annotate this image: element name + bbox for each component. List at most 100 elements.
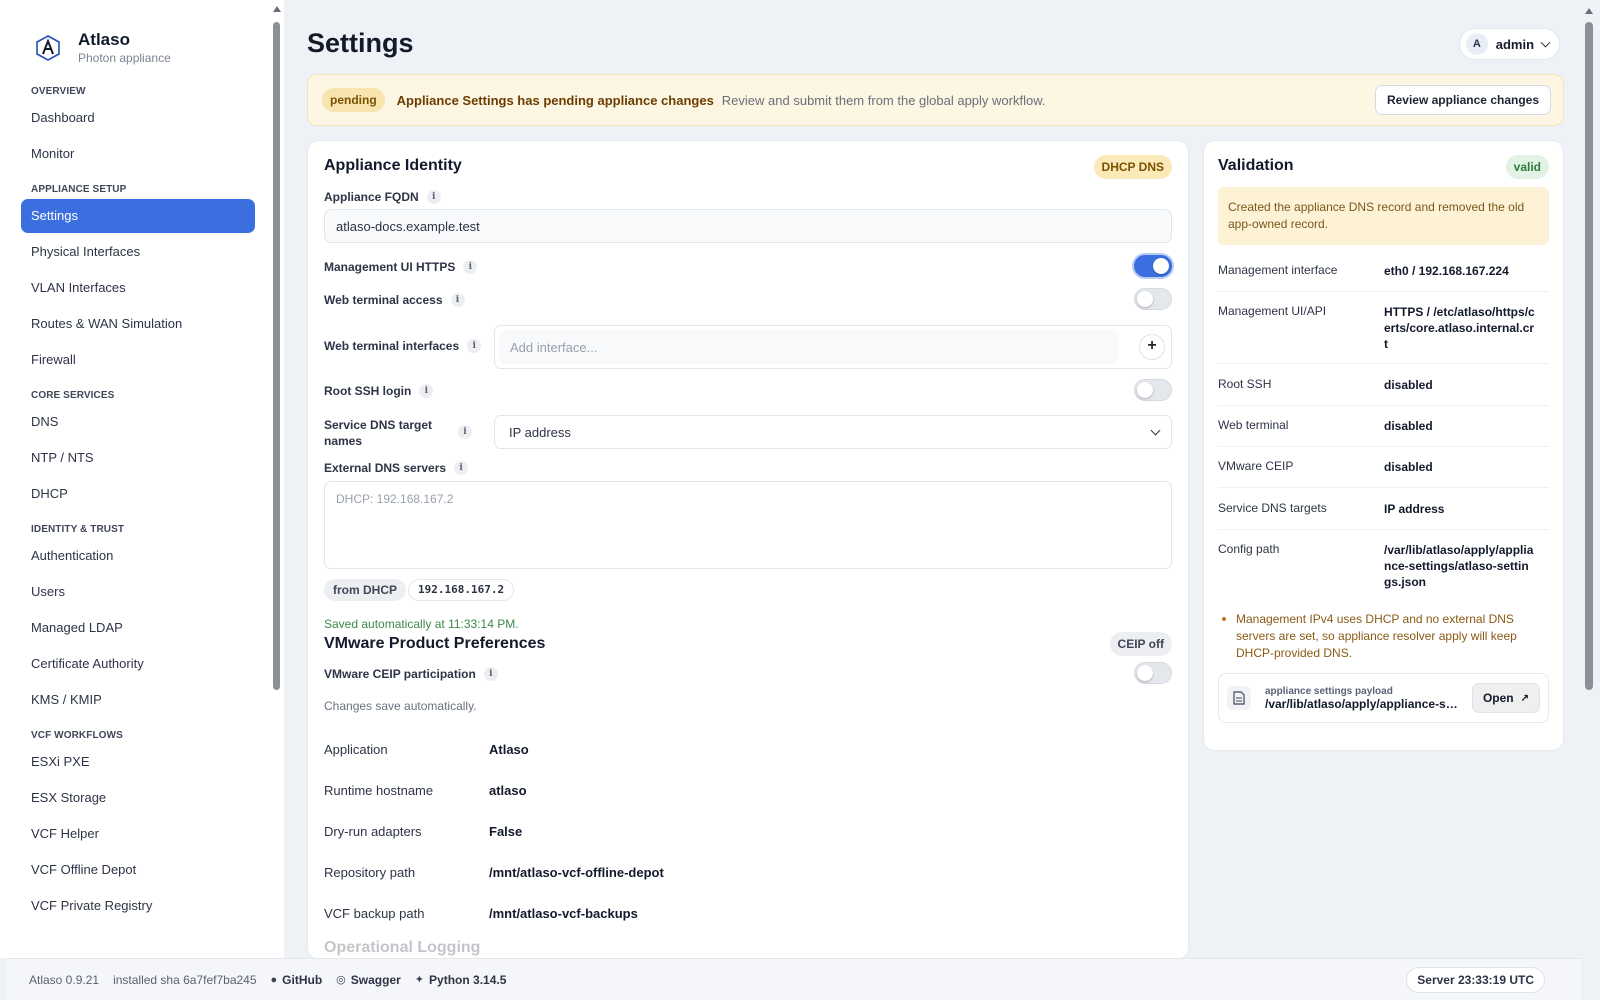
side-value-vmware-ceip: disabled: [1384, 460, 1433, 474]
appliance-identity-title: Appliance Identity: [324, 157, 462, 174]
sidebar-item-physical-interfaces[interactable]: Physical Interfaces: [21, 234, 255, 270]
validation-warning: Management IPv4 uses DHCP and no externa…: [1218, 611, 1549, 662]
sidebar-item-vcf-helper[interactable]: VCF Helper: [21, 816, 255, 852]
banner-title: Appliance Settings has pending appliance…: [396, 92, 714, 108]
sidebar-item-monitor[interactable]: Monitor: [21, 136, 255, 172]
swagger-link[interactable]: ◎ Swagger: [336, 973, 401, 987]
dhcp-ip-chip: 192.168.167.2: [408, 579, 515, 601]
kv-value-repository-path: /mnt/atlaso-vcf-offline-depot: [489, 865, 664, 880]
side-value-management-ui: HTTPS / /etc/atlaso/https/certs/core.atl…: [1384, 305, 1535, 351]
page-scrollbar-thumb[interactable]: [1585, 22, 1593, 690]
saved-note: Saved automatically at 11:33:14 PM.: [324, 617, 519, 631]
sidebar-item-dashboard[interactable]: Dashboard: [21, 100, 255, 136]
auto-save-note: Changes save automatically.: [324, 699, 477, 713]
info-icon[interactable]: i: [426, 190, 441, 204]
sidebar-scrollbar-thumb[interactable]: [273, 22, 280, 690]
sidebar-item-esx-storage[interactable]: ESX Storage: [21, 780, 255, 816]
info-icon[interactable]: i: [463, 260, 478, 274]
side-key-service-dns-targets: Service DNS targets: [1218, 501, 1327, 515]
avatar: A: [1466, 33, 1488, 55]
divider: [1218, 363, 1549, 364]
add-interface-button[interactable]: +: [1139, 334, 1165, 360]
python-version: ✦ Python 3.14.5: [414, 972, 507, 987]
side-value-web-terminal: disabled: [1384, 419, 1433, 433]
nav-section-core-services: Core Services: [31, 390, 115, 401]
web-terminal-interfaces-field: Add interface... +: [494, 325, 1172, 369]
web-terminal-toggle[interactable]: [1134, 288, 1172, 310]
root-ssh-toggle[interactable]: [1134, 379, 1172, 401]
sidebar-item-dns[interactable]: DNS: [21, 404, 255, 440]
scroll-up-arrow-icon[interactable]: [1585, 8, 1593, 14]
nav-section-identity-trust: Identity & Trust: [31, 524, 125, 535]
info-icon[interactable]: i: [454, 461, 469, 475]
sidebar-item-vcf-offline-depot[interactable]: VCF Offline Depot: [21, 852, 255, 888]
appliance-identity-card: Appliance Identity DHCP DNS Appliance FQ…: [307, 140, 1189, 960]
bullet-icon: [1222, 617, 1226, 621]
sidebar-item-routes[interactable]: Routes & WAN Simulation: [21, 306, 255, 342]
dhcp-dns-tag: DHCP DNS: [1093, 155, 1172, 179]
side-key-vmware-ceip: VMware CEIP: [1218, 459, 1294, 473]
fqdn-input[interactable]: atlaso-docs.example.test: [324, 209, 1172, 243]
sidebar-scrollbar[interactable]: [272, 0, 282, 958]
swagger-icon: ◎: [336, 974, 346, 986]
divider: [1218, 487, 1549, 488]
validation-title: Validation: [1218, 157, 1294, 174]
kv-value-vcf-backup-path: /mnt/atlaso-vcf-backups: [489, 906, 638, 921]
side-key-root-ssh: Root SSH: [1218, 377, 1272, 391]
info-icon[interactable]: i: [483, 667, 498, 681]
https-toggle[interactable]: [1134, 255, 1172, 277]
payload-label: appliance settings payload: [1265, 685, 1393, 697]
sidebar-item-vcf-private-registry[interactable]: VCF Private Registry: [21, 888, 255, 924]
brand[interactable]: Atlaso Photon appliance: [34, 30, 171, 66]
web-terminal-label: Web terminal access i: [324, 293, 465, 307]
sidebar-item-vlan-interfaces[interactable]: VLAN Interfaces: [21, 270, 255, 306]
divider: [1218, 291, 1549, 292]
pending-badge: pending: [322, 88, 385, 112]
sidebar-item-users[interactable]: Users: [21, 574, 255, 610]
add-interface-input[interactable]: Add interface...: [499, 330, 1119, 364]
kv-key-application: Application: [324, 742, 388, 757]
info-icon[interactable]: i: [467, 339, 482, 353]
side-key-management-interface: Management interface: [1218, 263, 1338, 277]
info-icon[interactable]: i: [458, 425, 472, 439]
sidebar-item-esxi-pxe[interactable]: ESXi PXE: [21, 744, 255, 780]
sidebar-item-managed-ldap[interactable]: Managed LDAP: [21, 610, 255, 646]
app-version: Atlaso 0.9.21: [29, 972, 100, 987]
ceip-toggle[interactable]: [1134, 662, 1172, 684]
scroll-up-arrow-icon[interactable]: [273, 6, 281, 12]
banner-description: Review and submit them from the global a…: [721, 92, 1046, 108]
dns-target-select[interactable]: IP address: [494, 415, 1172, 449]
side-key-web-terminal: Web terminal: [1218, 418, 1289, 432]
kv-key-repository-path: Repository path: [324, 865, 416, 880]
kv-value-application: Atlaso: [489, 742, 529, 757]
user-menu-button[interactable]: A admin: [1459, 28, 1560, 60]
brand-name: Atlaso: [78, 30, 130, 49]
atlaso-logo-icon: [36, 35, 60, 61]
footer: Atlaso 0.9.21 installed sha 6a7fef7ba245…: [7, 958, 1581, 1000]
sidebar-item-certificate-authority[interactable]: Certificate Authority: [21, 646, 255, 682]
page-scrollbar[interactable]: [1582, 0, 1596, 1000]
sidebar-item-settings[interactable]: Settings: [21, 199, 255, 233]
sidebar-item-firewall[interactable]: Firewall: [21, 342, 255, 378]
open-payload-button[interactable]: Open ↗: [1471, 683, 1540, 713]
ceip-label: VMware CEIP participation i: [324, 667, 498, 681]
page-title: Settings: [307, 28, 414, 58]
github-link[interactable]: ● GitHub: [271, 973, 323, 987]
external-dns-textarea[interactable]: DHCP: 192.168.167.2: [324, 481, 1172, 569]
info-icon[interactable]: i: [450, 293, 465, 307]
divider: [1218, 446, 1549, 447]
kv-value-dry-run: False: [489, 824, 523, 839]
review-changes-button[interactable]: Review appliance changes: [1374, 85, 1551, 115]
sidebar-item-dhcp[interactable]: DHCP: [21, 476, 255, 512]
server-time-chip: Server 23:33:19 UTC: [1406, 967, 1545, 993]
side-value-config-path: /var/lib/atlaso/apply/appliance-settings…: [1384, 543, 1534, 589]
sidebar-item-ntp[interactable]: NTP / NTS: [21, 440, 255, 476]
web-terminal-interfaces-label: Web terminal interfaces i: [324, 339, 482, 353]
divider: [1218, 529, 1549, 530]
sidebar-item-kms[interactable]: KMS / KMIP: [21, 682, 255, 718]
valid-tag: valid: [1505, 155, 1549, 179]
pending-changes-banner: pending Appliance Settings has pending a…: [307, 74, 1564, 126]
vmware-preferences-title: VMware Product Preferences: [324, 635, 546, 652]
sidebar-item-authentication[interactable]: Authentication: [21, 538, 255, 574]
info-icon[interactable]: i: [419, 384, 434, 398]
